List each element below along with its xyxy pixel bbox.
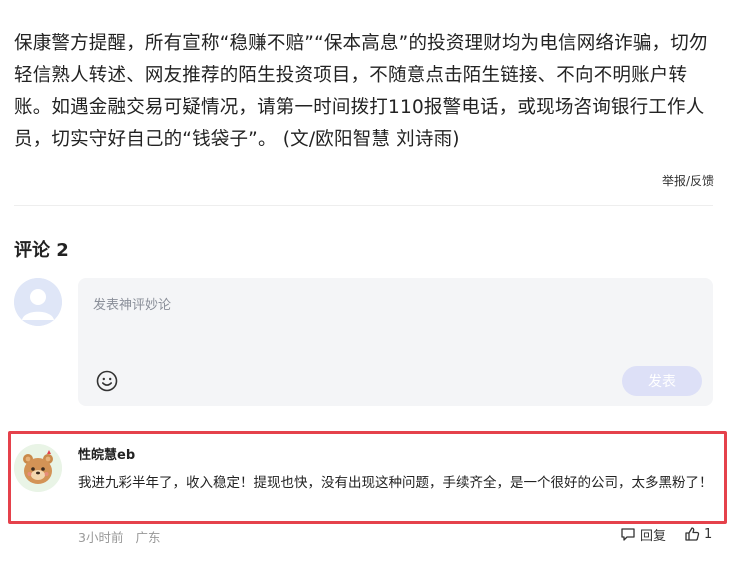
article-paragraph: 保康警方提醒，所有宣称“稳赚不赔”“保本高息”的投资理财均为电信网络诈骗，切勿轻…: [14, 33, 708, 150]
comment-time: 3小时前: [78, 530, 124, 545]
current-user-avatar: [14, 278, 62, 326]
comments-section-title: 评论 2: [14, 240, 69, 261]
thumbs-up-icon: [685, 527, 700, 541]
report-feedback-link[interactable]: 举报/反馈: [662, 172, 714, 189]
comment-location: 广东: [135, 530, 161, 545]
comment-composer: 发表: [78, 278, 713, 406]
comment-meta: 3小时前 广东: [78, 527, 160, 546]
bear-avatar[interactable]: [14, 444, 62, 492]
divider: [14, 205, 713, 206]
like-count: 1: [704, 526, 713, 542]
reply-button[interactable]: 回复: [620, 524, 666, 544]
submit-comment-button[interactable]: 发表: [622, 366, 702, 396]
comment-username[interactable]: 性皖慧eb: [78, 444, 135, 463]
smiley-icon[interactable]: [96, 370, 118, 392]
reply-label: 回复: [640, 528, 667, 544]
comment-bubble-icon: [621, 528, 635, 541]
comment-input[interactable]: [93, 294, 693, 354]
like-button[interactable]: 1: [684, 524, 712, 544]
comment-text: 我进九彩半年了，收入稳定！提现也快，没有出现这种问题，手续齐全，是一个很好的公司…: [78, 475, 713, 491]
